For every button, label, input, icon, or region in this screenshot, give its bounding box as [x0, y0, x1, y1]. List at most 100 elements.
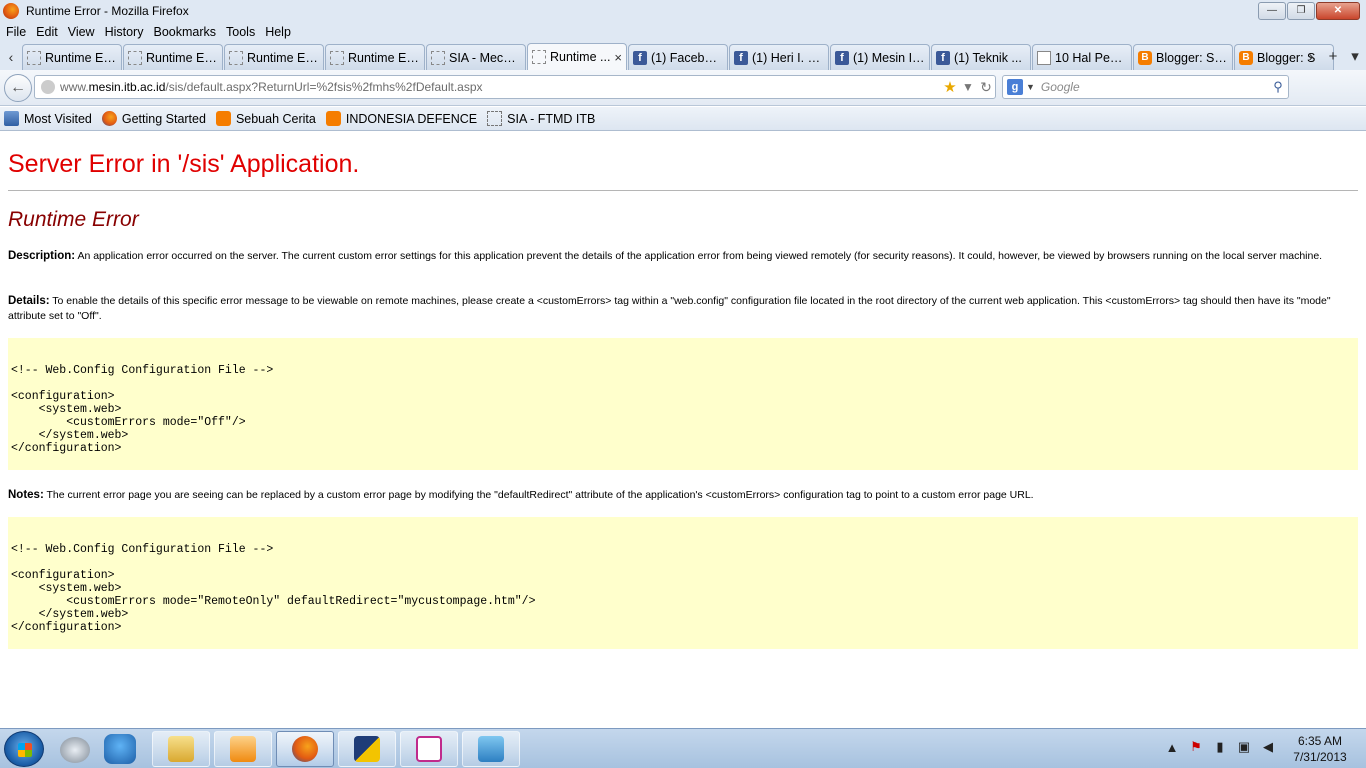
notes-paragraph: Notes: The current error page you are se…: [8, 488, 1358, 503]
bookmark-item-0[interactable]: Most Visited: [4, 111, 92, 126]
show-hidden-icons-icon[interactable]: ▲: [1160, 740, 1184, 755]
tab-10[interactable]: 10 Hal Peny...: [1032, 44, 1132, 70]
url-text[interactable]: www.mesin.itb.ac.id/sis/default.aspx?Ret…: [60, 80, 941, 94]
blank-page-icon: [330, 50, 344, 65]
config-code-block-remoteonly: <!-- Web.Config Configuration File --> <…: [8, 517, 1358, 649]
windows-logo-icon: [18, 743, 32, 757]
bookmark-label: INDONESIA DEFENCE: [345, 111, 478, 126]
details-paragraph: Details: To enable the details of this s…: [8, 294, 1358, 324]
window-title: Runtime Error - Mozilla Firefox: [26, 4, 189, 18]
tab-0[interactable]: Runtime Error: [22, 44, 122, 70]
system-tray: ▲ ⚑ ▮ ▣ ◀: [1160, 739, 1280, 755]
volume-icon[interactable]: ◀: [1256, 739, 1280, 755]
network-icon[interactable]: ▣: [1232, 739, 1256, 755]
start-button[interactable]: [4, 731, 44, 767]
taskbar-pen-app[interactable]: [400, 731, 458, 767]
back-arrow-icon: ←: [10, 78, 26, 96]
search-icon[interactable]: ⚲: [1268, 79, 1288, 95]
menu-bookmarks[interactable]: Bookmarks: [153, 25, 216, 39]
tab-6[interactable]: f (1) Facebook: [628, 44, 728, 70]
blank-page-icon: [27, 50, 41, 65]
url-path: /sis/default.aspx?ReturnUrl=%2fsis%2fmhs…: [165, 80, 483, 94]
taskbar-firefox[interactable]: [276, 731, 334, 767]
site-identity-icon[interactable]: [41, 80, 55, 94]
tab-7[interactable]: f (1) Heri I. W...: [729, 44, 829, 70]
device-icon[interactable]: ▮: [1208, 739, 1232, 755]
system-utility-icon[interactable]: [60, 737, 90, 763]
engine-dropdown-icon[interactable]: ▼: [1026, 82, 1035, 92]
menu-file[interactable]: File: [6, 25, 26, 39]
tab-1[interactable]: Runtime Error: [123, 44, 223, 70]
taskbar-media-player[interactable]: [214, 731, 272, 767]
back-button[interactable]: ←: [4, 73, 32, 102]
blogger-icon: B: [1239, 50, 1253, 65]
taskbar-photo-viewer[interactable]: [462, 731, 520, 767]
menu-edit[interactable]: Edit: [36, 25, 58, 39]
messenger-icon[interactable]: [104, 734, 136, 764]
folder-icon: [168, 736, 194, 762]
tab-5[interactable]: Runtime ... ×: [527, 43, 627, 70]
tab-label: Blogger: Se...: [1156, 50, 1228, 65]
tab-label: Runtime Error: [348, 50, 420, 65]
blank-page-icon: [532, 50, 546, 64]
firefox-icon: [292, 736, 318, 762]
menu-history[interactable]: History: [105, 25, 144, 39]
photo-viewer-icon: [478, 736, 504, 762]
url-dropdown-icon[interactable]: ▼: [959, 80, 977, 94]
bookmark-label: Sebuah Cerita: [235, 111, 316, 126]
system-clock[interactable]: 6:35 AM 7/31/2013: [1282, 733, 1358, 765]
page-content: Server Error in '/sis' Application. Runt…: [0, 132, 1366, 728]
document-icon: [1037, 50, 1051, 65]
tab-label: Runtime Error: [146, 50, 218, 65]
page-title: Server Error in '/sis' Application.: [8, 150, 360, 178]
tab-4[interactable]: SIA - Mecha...: [426, 44, 526, 70]
pen-app-icon: [416, 736, 442, 762]
minimize-button[interactable]: —: [1258, 2, 1286, 20]
reload-icon[interactable]: ↻: [977, 79, 995, 96]
facebook-icon: f: [936, 50, 950, 65]
firefox-icon: [101, 111, 117, 126]
menu-view[interactable]: View: [68, 25, 95, 39]
search-bar[interactable]: g ▼ Google ⚲: [1002, 75, 1289, 99]
taskbar-windows-explorer[interactable]: [152, 731, 210, 767]
tab-bar-controls: › + ▾: [1300, 42, 1366, 70]
menu-help[interactable]: Help: [265, 25, 291, 39]
divider: [8, 190, 1358, 191]
tab-3[interactable]: Runtime Error: [325, 44, 425, 70]
blank-page-icon: [487, 111, 503, 126]
blank-page-icon: [128, 50, 142, 65]
taskbar-security-app[interactable]: [338, 731, 396, 767]
firefox-logo-icon: [3, 3, 19, 19]
tab-2[interactable]: Runtime Error: [224, 44, 324, 70]
new-tab-button[interactable]: +: [1322, 48, 1344, 65]
tab-label: Runtime Error: [45, 50, 117, 65]
search-input[interactable]: Google: [1041, 80, 1268, 94]
google-engine-icon[interactable]: g: [1007, 79, 1023, 95]
tab-scroll-right-button[interactable]: ›: [1300, 48, 1322, 65]
details-label: Details:: [8, 295, 50, 307]
tab-label: SIA - Mecha...: [449, 50, 521, 65]
blogger-icon: B: [1138, 50, 1152, 65]
media-player-icon: [230, 736, 256, 762]
bookmark-item-2[interactable]: Sebuah Cerita: [215, 111, 316, 126]
menu-tools[interactable]: Tools: [226, 25, 255, 39]
action-center-flag-icon[interactable]: ⚑: [1184, 739, 1208, 755]
tab-bar: ‹ Runtime Error Runtime Error Runtime Erro…: [0, 42, 1366, 70]
close-button[interactable]: ✕: [1316, 2, 1360, 20]
bookmark-item-1[interactable]: Getting Started: [101, 111, 206, 126]
tab-11[interactable]: B Blogger: Se...: [1133, 44, 1233, 70]
tab-9[interactable]: f (1) Teknik ...: [931, 44, 1031, 70]
tab-scroll-left-button[interactable]: ‹: [0, 44, 22, 70]
tab-8[interactable]: f (1) Mesin IT...: [830, 44, 930, 70]
maximize-button[interactable]: ❐: [1287, 2, 1315, 20]
bookmark-star-icon[interactable]: ★: [941, 78, 959, 96]
blank-page-icon: [431, 50, 445, 65]
navigation-bar: ← www.mesin.itb.ac.id/sis/default.aspx?R…: [0, 70, 1366, 168]
bookmark-item-3[interactable]: INDONESIA DEFENCE: [325, 111, 478, 126]
notes-text: The current error page you are seeing ca…: [46, 489, 1034, 501]
tab-close-icon[interactable]: ×: [614, 50, 622, 65]
bookmark-item-4[interactable]: SIA - FTMD ITB: [487, 111, 595, 126]
list-all-tabs-button[interactable]: ▾: [1344, 47, 1366, 65]
description-label: Description:: [8, 250, 76, 262]
url-bar[interactable]: www.mesin.itb.ac.id/sis/default.aspx?Ret…: [34, 75, 996, 99]
